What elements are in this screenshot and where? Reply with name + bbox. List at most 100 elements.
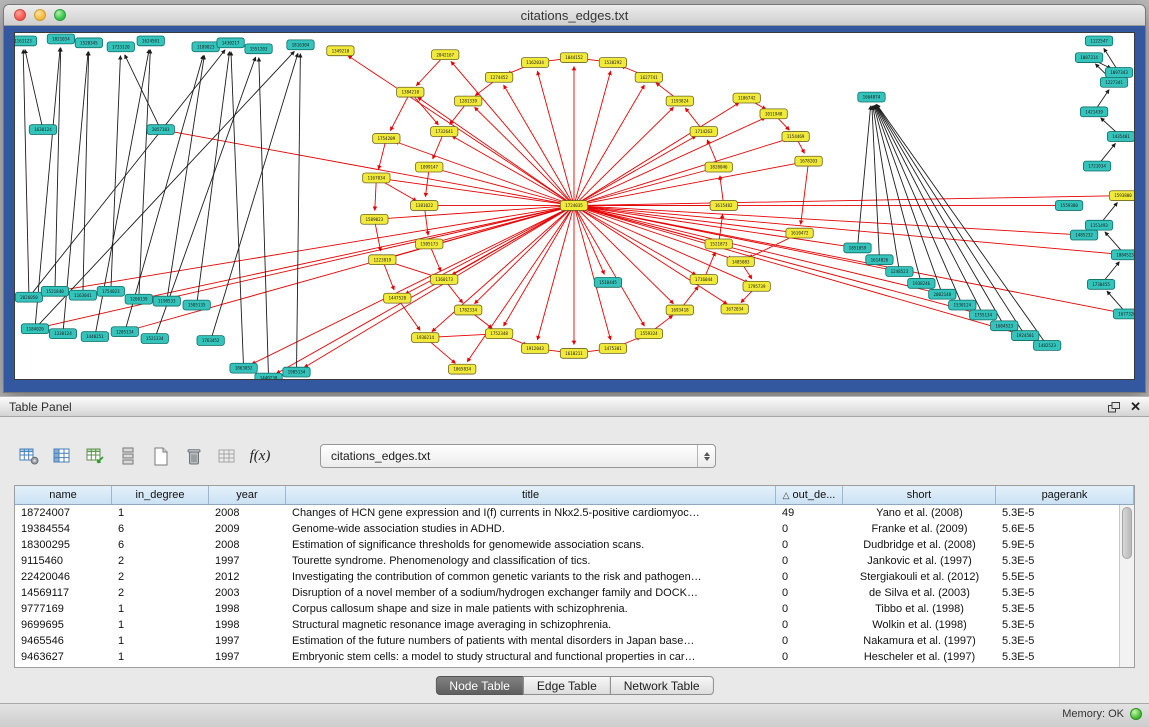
graph-edge[interactable] <box>574 206 1017 334</box>
graph-node[interactable]: 1193824 <box>666 96 693 106</box>
zoom-window-button[interactable] <box>54 9 66 21</box>
graph-edge[interactable] <box>29 50 225 297</box>
memory-status-icon[interactable] <box>1130 708 1142 720</box>
graph-node[interactable]: 1930214 <box>412 333 439 343</box>
column-header-short[interactable]: short <box>843 486 996 504</box>
graph-edge[interactable] <box>574 136 696 205</box>
graph-edge[interactable] <box>23 50 29 297</box>
graph-edge[interactable] <box>296 54 300 372</box>
graph-node[interactable]: 1227341 <box>1100 77 1127 87</box>
graph-node[interactable]: 1505173 <box>416 239 443 249</box>
graph-node[interactable]: 1189023 <box>192 42 219 52</box>
graph-node[interactable]: 1593800 <box>1109 191 1134 201</box>
graph-edge[interactable] <box>574 206 604 275</box>
combo-stepper-icon[interactable] <box>697 445 715 467</box>
graph-node[interactable]: 1447520 <box>384 293 411 303</box>
graph-node[interactable]: 1754023 <box>97 286 124 296</box>
map-table-icon[interactable] <box>214 443 240 469</box>
network-canvas[interactable]: 1724035161548218200461714263119382416277… <box>14 32 1135 380</box>
graph-edge[interactable] <box>170 131 574 205</box>
graph-node[interactable]: 1011948 <box>760 109 787 119</box>
graph-node[interactable]: 1912043 <box>521 344 548 354</box>
graph-node[interactable]: 1630124 <box>29 125 56 135</box>
graph-edge[interactable] <box>467 206 574 362</box>
graph-node[interactable]: 1520345 <box>75 38 102 48</box>
graph-node[interactable]: 1559380 <box>1055 201 1082 211</box>
graph-node[interactable]: 1384210 <box>397 87 424 97</box>
graph-node[interactable]: 1755134 <box>970 310 997 320</box>
graph-node[interactable]: 1851059 <box>844 243 871 253</box>
graph-edge[interactable] <box>25 50 43 130</box>
graph-node[interactable]: 1730455 <box>1087 279 1114 289</box>
graph-node[interactable]: 1084523 <box>1111 250 1134 260</box>
graph-edge[interactable] <box>438 169 574 205</box>
function-builder-button[interactable]: f(x) <box>247 443 273 469</box>
table-row[interactable]: 946554611997Estimation of the future num… <box>15 633 1121 649</box>
column-header-name[interactable]: name <box>15 486 112 504</box>
graph-node[interactable]: 1624501 <box>137 36 164 46</box>
graph-edge[interactable] <box>44 206 574 327</box>
new-file-icon[interactable] <box>148 443 174 469</box>
graph-node[interactable]: 1485232 <box>1070 230 1097 240</box>
graph-node[interactable]: 1505135 <box>183 300 210 310</box>
graph-node[interactable]: 1154469 <box>782 132 809 142</box>
graph-node[interactable]: 1610472 <box>786 228 813 238</box>
close-window-button[interactable] <box>14 9 26 21</box>
graph-edge[interactable] <box>390 92 410 130</box>
graph-node[interactable]: 2042167 <box>432 50 459 60</box>
window-titlebar[interactable]: citations_edges.txt <box>4 5 1145 26</box>
graph-node[interactable]: 1167034 <box>363 173 390 183</box>
graph-node[interactable]: 1122547 <box>1085 36 1112 46</box>
graph-node[interactable]: 1672034 <box>721 304 748 314</box>
graph-node[interactable]: 1551203 <box>245 44 272 54</box>
graph-node[interactable]: 1330124 <box>49 329 76 339</box>
table-row[interactable]: 1830029562008Estimation of significance … <box>15 537 1121 553</box>
graph-edge[interactable] <box>504 85 574 205</box>
table-row[interactable]: 1872400712008Changes of HCN gene express… <box>15 505 1121 521</box>
graph-edge[interactable] <box>125 55 203 331</box>
graph-node[interactable]: 1349210 <box>327 46 354 56</box>
select-columns-icon[interactable] <box>49 443 75 469</box>
tab-network-table[interactable]: Network Table <box>610 676 714 695</box>
network-graph[interactable]: 1724035161548218200461714263119382416277… <box>15 33 1134 379</box>
graph-node[interactable]: 1281339 <box>455 96 482 106</box>
graph-node[interactable]: 1604523 <box>991 321 1018 331</box>
graph-node[interactable]: 1615482 <box>710 201 737 211</box>
graph-node[interactable]: 1732641 <box>431 127 458 137</box>
graph-edge[interactable] <box>475 206 574 304</box>
graph-node[interactable]: 1627741 <box>635 72 662 82</box>
graph-edge[interactable] <box>452 136 574 205</box>
import-table-icon[interactable] <box>82 443 108 469</box>
graph-node[interactable]: 1821034 <box>47 34 74 44</box>
graph-edge[interactable] <box>574 206 644 326</box>
graph-node[interactable]: 1260139 <box>125 294 152 304</box>
graph-node[interactable]: 1248523 <box>886 267 913 277</box>
graph-edge[interactable] <box>872 106 880 260</box>
graph-node[interactable]: 1820046 <box>705 162 732 172</box>
graph-node[interactable]: 1677320 <box>1113 309 1134 319</box>
column-settings-icon[interactable] <box>16 443 42 469</box>
graph-edge[interactable] <box>83 52 89 295</box>
graph-edge[interactable] <box>475 107 574 205</box>
column-header-out_de[interactable]: △out_de... <box>776 486 843 504</box>
graph-node[interactable]: 1161123 <box>15 36 37 46</box>
graph-node[interactable]: 1485083 <box>727 257 754 267</box>
table-row[interactable]: 977716911998Corpus callosum shape and si… <box>15 601 1121 617</box>
graph-edge[interactable] <box>574 118 765 206</box>
graph-edge[interactable] <box>167 56 205 302</box>
graph-edge[interactable] <box>259 58 269 378</box>
graph-node[interactable]: 1530124 <box>949 300 976 310</box>
graph-edge[interactable] <box>574 85 644 205</box>
column-header-in_degree[interactable]: in_degree <box>112 486 209 504</box>
graph-node[interactable]: 1360173 <box>431 275 458 285</box>
graph-node[interactable]: 1752348 <box>485 329 512 339</box>
graph-node[interactable]: 1938246 <box>908 278 935 288</box>
graph-node[interactable]: 1538292 <box>599 58 626 68</box>
column-header-pagerank[interactable]: pagerank <box>996 486 1134 504</box>
graph-node[interactable]: 1863052 <box>230 363 257 373</box>
graph-node[interactable]: 1097343 <box>1105 68 1132 78</box>
float-panel-icon[interactable] <box>1108 402 1120 413</box>
graph-edge[interactable] <box>537 206 574 340</box>
graph-node[interactable]: 1274452 <box>485 72 512 82</box>
graph-node[interactable]: 1589023 <box>361 214 388 224</box>
